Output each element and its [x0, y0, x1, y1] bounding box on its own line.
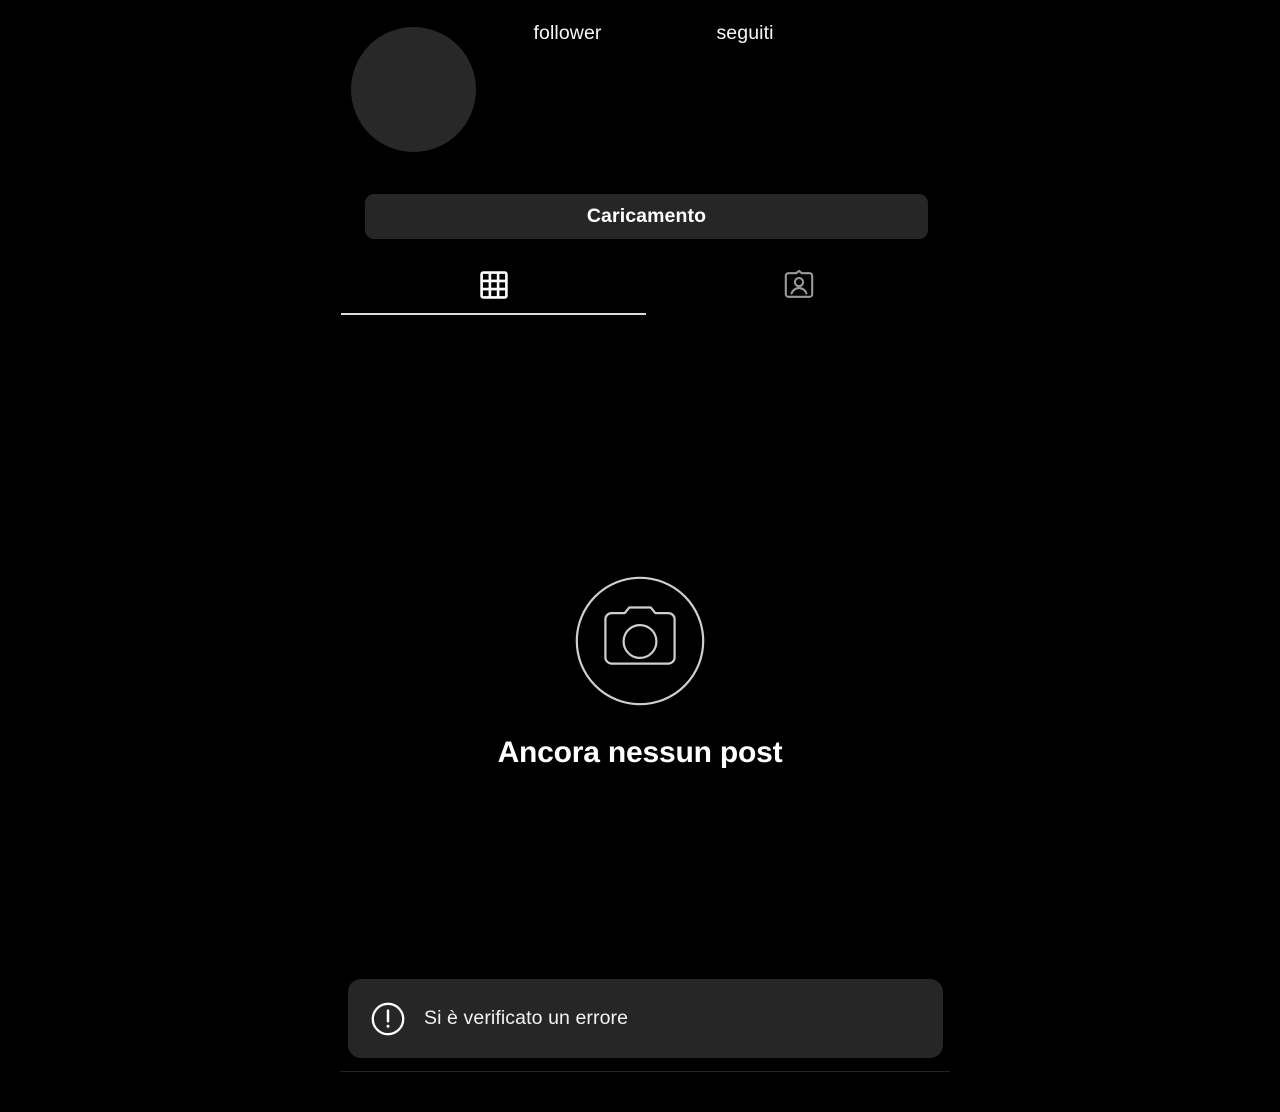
stat-following[interactable]: seguiti [680, 20, 810, 46]
bottom-divider [340, 1071, 950, 1072]
empty-state-title: Ancora nessun post [497, 736, 783, 769]
empty-state-icon-wrap [0, 560, 1280, 726]
profile-header: follower seguiti [0, 0, 1280, 180]
empty-state: Ancora nessun post [0, 560, 1280, 770]
tab-tagged-underline [646, 313, 951, 315]
exclamation-circle-icon [371, 1002, 405, 1036]
profile-stats: follower seguiti [500, 20, 840, 46]
tab-tagged[interactable] [646, 255, 951, 315]
tagged-person-icon [784, 269, 814, 300]
profile-screen: follower seguiti Caricamento Ancora ness… [0, 0, 1280, 1112]
camera-circle-icon [575, 576, 705, 711]
profile-action-row: Caricamento [365, 194, 928, 239]
stat-following-label: seguiti [716, 22, 774, 44]
tab-posts-underline [341, 313, 646, 315]
tab-posts[interactable] [341, 255, 646, 315]
stat-followers-label: follower [533, 22, 602, 44]
profile-tab-bar [341, 255, 951, 315]
error-toast[interactable]: Si è verificato un errore [348, 979, 943, 1058]
error-toast-message: Si è verificato un errore [424, 1007, 629, 1029]
stat-followers[interactable]: follower [500, 20, 635, 46]
avatar[interactable] [351, 27, 476, 152]
grid-icon [479, 271, 508, 299]
loading-button[interactable]: Caricamento [365, 194, 928, 239]
